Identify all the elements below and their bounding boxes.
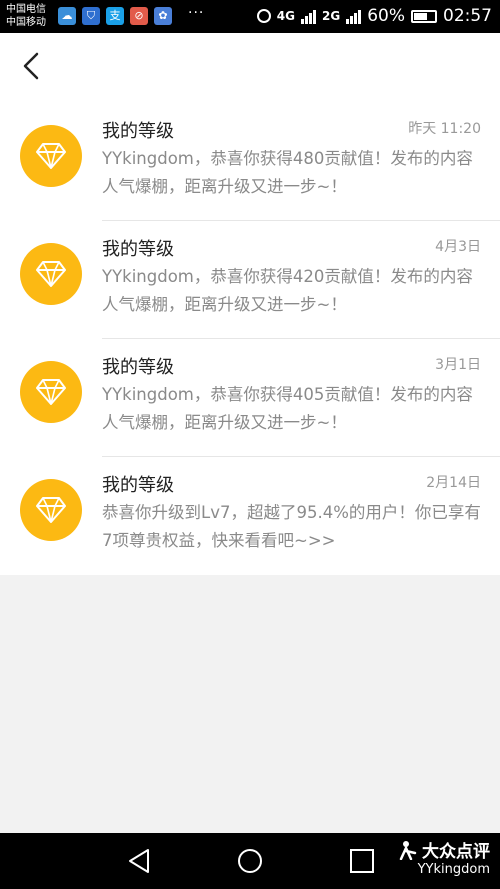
message-item[interactable]: 我的等级 昨天 11:20 YYkingdom，恭喜你获得480贡献值！发布的内…: [0, 103, 500, 221]
nav-home-button[interactable]: [236, 847, 264, 875]
cloud-icon: ☁: [58, 7, 76, 25]
clock: 02:57: [443, 6, 492, 26]
back-button[interactable]: [18, 51, 48, 81]
diamond-icon: [36, 497, 66, 523]
nav-recents-button[interactable]: [348, 847, 376, 875]
message-title: 我的等级: [102, 357, 174, 378]
message-body: YYkingdom，恭喜你获得405贡献值！发布的内容人气爆棚，距离升级又进一步…: [102, 385, 473, 432]
carrier-info: 中国电信 中国移动: [6, 3, 46, 29]
alipay-icon: 支: [106, 7, 124, 25]
level-badge: [20, 243, 82, 305]
chevron-left-icon: [23, 52, 39, 80]
status-bar: 中国电信 中国移动 ☁ ⛉ 支 ⊘ ✿ ··· 4G 2G 60% 02:57: [0, 0, 500, 33]
battery-icon: [411, 9, 437, 23]
alarm-icon: [256, 9, 271, 23]
signal-4g-icon: [301, 8, 316, 24]
message-time: 昨天 11:20: [408, 121, 481, 137]
message-item[interactable]: 我的等级 2月14日 恭喜你升级到Lv7，超越了95.4%的用户！你已享有7项尊…: [0, 457, 500, 575]
dianping-logo-icon: [399, 840, 417, 860]
message-title: 我的等级: [102, 239, 174, 260]
message-item[interactable]: 我的等级 3月1日 YYkingdom，恭喜你获得405贡献值！发布的内容人气爆…: [0, 339, 500, 457]
message-title: 我的等级: [102, 475, 174, 496]
message-body: YYkingdom，恭喜你获得480贡献值！发布的内容人气爆棚，距离升级又进一步…: [102, 149, 473, 196]
more-notifications-indicator: ···: [188, 5, 205, 21]
message-time: 3月1日: [435, 357, 481, 373]
diamond-icon: [36, 261, 66, 287]
message-body: 恭喜你升级到Lv7，超越了95.4%的用户！你已享有7项尊贵权益，快来看看吧~>…: [102, 503, 481, 550]
nav-back-button[interactable]: [126, 847, 154, 875]
status-right: 4G 2G 60% 02:57: [256, 6, 492, 26]
navigation-bar: 大众点评 YYkingdom: [0, 833, 500, 889]
level-badge: [20, 479, 82, 541]
notification-icons: ☁ ⛉ 支 ⊘ ✿: [58, 7, 172, 25]
square-recents-icon: [350, 849, 374, 873]
message-body: YYkingdom，恭喜你获得420贡献值！发布的内容人气爆棚，距离升级又进一步…: [102, 267, 473, 314]
message-list: 我的等级 昨天 11:20 YYkingdom，恭喜你获得480贡献值！发布的内…: [0, 103, 500, 575]
message-time: 2月14日: [426, 475, 481, 491]
triangle-back-icon: [129, 849, 149, 873]
diamond-icon: [36, 143, 66, 169]
carrier-2: 中国移动: [6, 17, 46, 28]
stop-icon: ⊘: [130, 7, 148, 25]
watermark: 大众点评 YYkingdom: [398, 837, 490, 877]
message-item[interactable]: 我的等级 4月3日 YYkingdom，恭喜你获得420贡献值！发布的内容人气爆…: [0, 221, 500, 339]
signal-2g-icon: [346, 8, 362, 24]
app-icon: ✿: [154, 7, 172, 25]
shield-icon: ⛉: [82, 7, 100, 25]
network-2g-label: 2G: [322, 9, 341, 23]
circle-home-icon: [238, 849, 262, 873]
level-badge: [20, 125, 82, 187]
network-4g-label: 4G: [276, 9, 295, 23]
header: [0, 33, 500, 103]
watermark-user: YYkingdom: [417, 862, 490, 877]
battery-percent: 60%: [367, 6, 405, 26]
level-badge: [20, 361, 82, 423]
message-title: 我的等级: [102, 121, 174, 142]
diamond-icon: [36, 379, 66, 405]
watermark-brand: 大众点评: [422, 842, 490, 862]
message-time: 4月3日: [435, 239, 481, 255]
carrier-1: 中国电信: [6, 4, 46, 15]
